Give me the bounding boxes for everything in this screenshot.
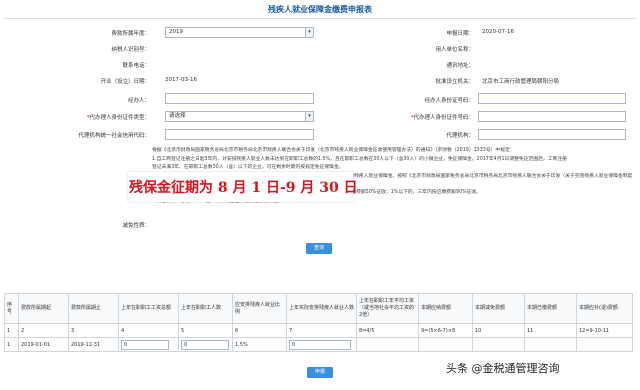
handler-input[interactable] bbox=[165, 93, 314, 104]
table-cell: 0 bbox=[286, 337, 357, 352]
open-date-value: 2017-03-16 bbox=[165, 77, 197, 83]
chevron-down-icon: ▾ bbox=[305, 112, 313, 121]
handler-id-label: 经办人身份证号码： bbox=[424, 98, 474, 104]
table-cell: 0 bbox=[118, 337, 179, 352]
table-cell: 8=4/5 bbox=[356, 323, 419, 338]
agent-org-input[interactable] bbox=[478, 129, 626, 140]
table-cell bbox=[576, 337, 633, 352]
approving-org-value: 北京市工商行政管理局朝阳分局 bbox=[482, 79, 560, 85]
staff-count-input[interactable]: 0 bbox=[181, 339, 229, 350]
table-cell: 11 bbox=[524, 323, 577, 338]
column-header: 费款所属期止 bbox=[68, 293, 119, 324]
taxpayer-id-label: 纳税人识别号： bbox=[111, 47, 150, 53]
column-header: 上年实际安排残疾人就业人数 bbox=[286, 293, 357, 324]
table-cell: 0 bbox=[178, 337, 233, 352]
table-cell: 2019-12-31 bbox=[68, 337, 119, 352]
phone-label: 联系电话： bbox=[122, 63, 150, 69]
fee-year-value: 2019 bbox=[169, 29, 183, 35]
agent-credit-code-input[interactable] bbox=[165, 129, 314, 140]
fee-year-label: 费款所属年度： bbox=[111, 31, 150, 37]
agent-org-label: 代理机构： bbox=[446, 133, 474, 139]
table-cell bbox=[356, 337, 419, 352]
column-header: 应安排残疾人就业比例 bbox=[232, 293, 287, 324]
watermark: 头条 @金税通管理咨询 bbox=[446, 362, 560, 375]
column-header: 序号 bbox=[4, 293, 19, 324]
wage-total-input[interactable]: 0 bbox=[121, 339, 169, 350]
declare-date-label: 申报日期： bbox=[446, 31, 474, 37]
agent-id-type-label: *代办理人身份证件类型： bbox=[86, 115, 150, 121]
handler-id-input[interactable] bbox=[478, 93, 626, 104]
column-header: 上年在职职工工资总额 bbox=[118, 293, 179, 324]
fee-year-select[interactable]: 2019 ▾ bbox=[165, 27, 314, 38]
table-cell: 3 bbox=[68, 323, 119, 338]
table-cell: 7 bbox=[286, 323, 357, 338]
approving-org-label: 批准设立机关： bbox=[435, 79, 474, 85]
disabled-staff-input[interactable]: 0 bbox=[289, 339, 351, 350]
notice-line: 1.自工商登记注册之日起3年内，对安排残疾人就业人数未达到在职职工总数的1.5%… bbox=[152, 156, 567, 162]
table-row: 1 2 3 4 5 6 7 8=4/5 9=(5×6-7)×8 10 11 12… bbox=[4, 323, 633, 338]
column-header: 本期已缴费额 bbox=[524, 293, 577, 324]
table-cell: 12=9-10-11 bbox=[576, 323, 633, 338]
page-title: 残疾人就业保障金缴费申报表 bbox=[268, 5, 372, 14]
chevron-down-icon: ▾ bbox=[305, 28, 313, 37]
agent-credit-code-label: 代理机构统一社会信用代码： bbox=[78, 133, 150, 139]
table-cell bbox=[472, 337, 525, 352]
table-cell: 5 bbox=[178, 323, 233, 338]
notice-line: 根据《北京市财政局国家税务总局北京市税务局北京市残疾人联合会关于印发〈北京市残疾… bbox=[152, 148, 515, 153]
agent-id-type-value: 请选择 bbox=[169, 113, 186, 119]
table-cell: 6 bbox=[232, 323, 287, 338]
table-cell: 10 bbox=[472, 323, 525, 338]
title-divider bbox=[4, 18, 636, 19]
handler-label: 经办人： bbox=[127, 98, 150, 104]
reduction-label: 减免性质： bbox=[122, 223, 150, 229]
query-button[interactable]: 查询 bbox=[306, 243, 332, 254]
open-date-label: 开业（设立）日期： bbox=[100, 79, 150, 85]
column-header: 费款所属期起 bbox=[18, 293, 69, 324]
table-cell: 2019-01-01 bbox=[18, 337, 69, 352]
table-cell bbox=[418, 337, 473, 352]
table-cell: 1.5% bbox=[232, 337, 287, 352]
table-row: 1 2019-01-01 2019-12-31 0 0 1.5% 0 bbox=[4, 337, 633, 352]
table-cell: 2 bbox=[18, 323, 69, 338]
agent-id-type-select[interactable]: 请选择 ▾ bbox=[165, 111, 314, 122]
table-cell: 1 bbox=[4, 323, 19, 338]
table-cell: 1 bbox=[4, 337, 19, 352]
column-header: 本期应纳费额 bbox=[418, 293, 473, 324]
address-label: 通讯地址： bbox=[446, 63, 474, 69]
table-cell: 9=(5×6-7)×8 bbox=[418, 323, 473, 338]
declare-date-value: 2020-07-16 bbox=[482, 29, 514, 35]
fee-table: 序号 费款所属期起 费款所属期止 上年在职职工工资总额 上年在职职工人数 应安排… bbox=[4, 293, 633, 352]
agent-id-no-label: *代办理人身份证件号码： bbox=[410, 115, 474, 121]
table-header-row: 序号 费款所属期起 费款所属期止 上年在职职工工资总额 上年在职职工人数 应安排… bbox=[4, 293, 633, 324]
submit-button[interactable]: 申报 bbox=[307, 367, 333, 378]
column-header: 上年在职职工人数 bbox=[178, 293, 233, 324]
agent-id-no-input[interactable] bbox=[478, 111, 626, 122]
column-header: 本期减免费额 bbox=[472, 293, 525, 324]
table-cell: 4 bbox=[118, 323, 179, 338]
table-cell bbox=[524, 337, 577, 352]
collection-period-banner: 残保金征期为 8 月 1 日-9 月 30 日 bbox=[128, 172, 358, 202]
employer-name-label: 用人单位名称： bbox=[435, 47, 474, 53]
column-header: 本期应补(退)费额 bbox=[576, 293, 633, 324]
column-header: 上年在职职工年平均工资（或当地社会平均工资的2倍） bbox=[356, 293, 419, 324]
